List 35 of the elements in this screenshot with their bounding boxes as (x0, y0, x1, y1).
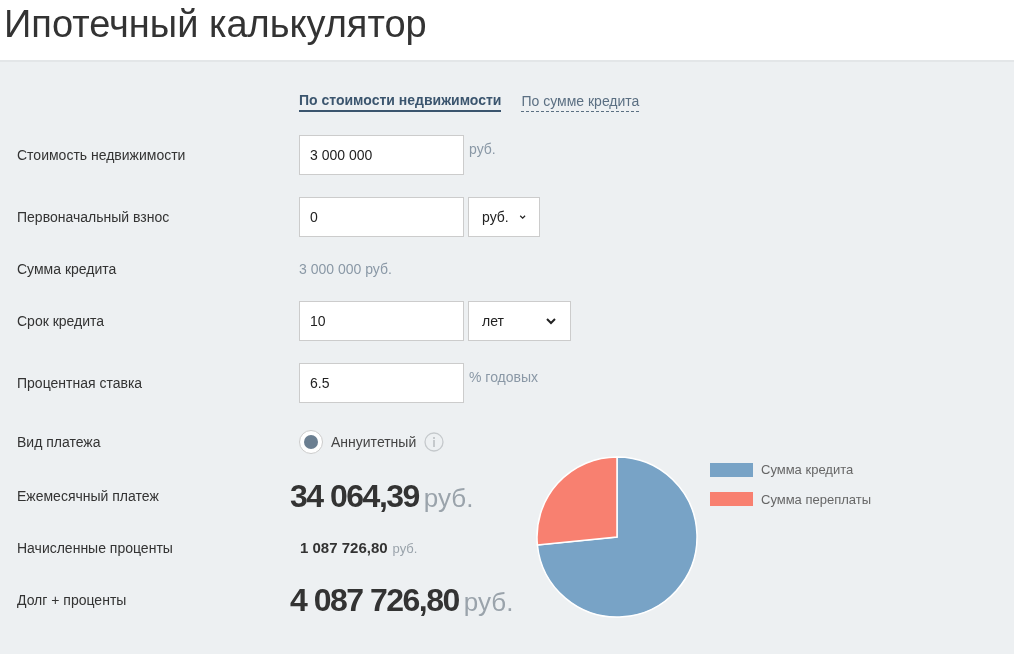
field-label: Вид платежа (16, 432, 102, 452)
tab[interactable]: По сумме кредита (521, 90, 640, 112)
currency-label: руб. (392, 539, 418, 558)
page-title: Ипотечный калькулятор (4, 2, 427, 47)
input-field[interactable]: 10 (299, 301, 464, 341)
result-value: 4 087 726,80 (290, 581, 459, 620)
unit-label: руб. (469, 140, 496, 159)
input-field[interactable]: 0 (299, 197, 464, 237)
result-value: 34 064,39 (290, 477, 419, 516)
field-label: Первоначальный взнос (16, 207, 171, 227)
unit-label: % годовых (469, 368, 539, 387)
field-label: Стоимость недвижимости (16, 145, 187, 165)
field-label: Срок кредита (16, 311, 106, 331)
legend-label: Сумма кредита (761, 461, 854, 479)
result-label: Ежемесячный платеж (16, 486, 160, 506)
result-label: Долг + проценты (16, 590, 128, 610)
chevron-down-icon (545, 315, 557, 327)
legend-swatch (710, 462, 753, 477)
radio-label: Аннуитетный (331, 432, 417, 452)
info-icon (424, 432, 445, 452)
input-field[interactable]: 6.5 (299, 363, 464, 403)
tab[interactable]: По стоимости недвижимости (299, 90, 502, 112)
result-label: Начисленные проценты (16, 538, 174, 558)
result-value: 1 087 726,80 (300, 537, 388, 558)
unit-dropdown[interactable]: руб. (468, 197, 540, 237)
field-label: Процентная ставка (16, 373, 144, 393)
radio-button[interactable] (299, 430, 323, 454)
currency-label: руб. (463, 586, 514, 619)
legend-swatch (710, 492, 753, 507)
input-field[interactable]: 3 000 000 (299, 135, 464, 175)
loan-amount-value: 3 000 000 руб. (299, 259, 392, 279)
legend-label: Сумма переплаты (761, 490, 872, 509)
field-label: Сумма кредита (16, 259, 118, 279)
currency-label: руб. (423, 482, 474, 515)
unit-dropdown[interactable]: лет (468, 301, 571, 341)
